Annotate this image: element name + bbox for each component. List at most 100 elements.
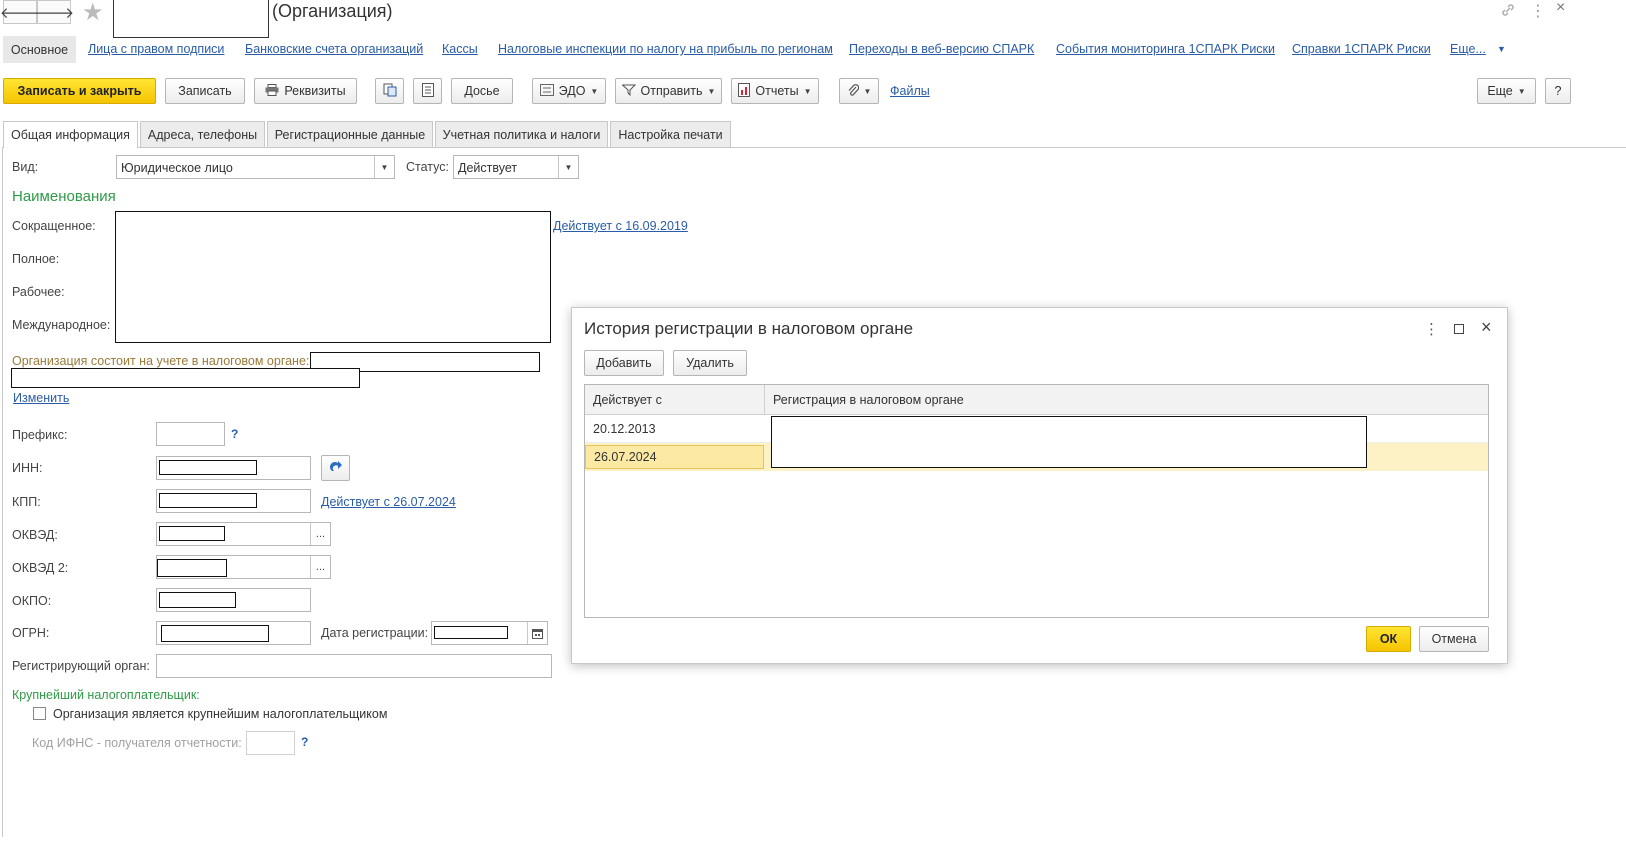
okpo-input[interactable] — [156, 588, 311, 612]
tab-addresses[interactable]: Адреса, телефоны — [140, 121, 265, 147]
kpp-valid-link[interactable]: Действует с 26.07.2024 — [321, 495, 456, 509]
maximize-icon[interactable] — [1454, 324, 1464, 334]
tab-registration[interactable]: Регистрационные данные — [267, 121, 433, 147]
attachments-button[interactable]: ▼ — [839, 78, 879, 104]
kpp-input[interactable] — [156, 489, 311, 513]
chevron-down-icon: ▼ — [707, 86, 716, 96]
more-label: Еще — [1487, 84, 1513, 98]
tab-print-settings[interactable]: Настройка печати — [610, 121, 731, 147]
column-header-valid-from[interactable]: Действует с — [585, 385, 765, 415]
content-left-border — [2, 147, 3, 837]
back-button[interactable]: 🡐 — [0, 0, 40, 24]
edo-icon — [539, 83, 554, 99]
files-link[interactable]: Файлы — [890, 84, 930, 98]
fill-by-inn-button[interactable] — [321, 455, 350, 481]
inn-label: ИНН: — [12, 461, 43, 475]
nav-spark-references[interactable]: Справки 1СПАРК Риски — [1292, 42, 1431, 56]
organization-name-redacted — [113, 0, 269, 38]
save-button[interactable]: Записать — [165, 78, 245, 104]
more-actions-button[interactable]: Еще ▼ — [1477, 78, 1536, 104]
dossier-button[interactable]: Досье — [451, 78, 513, 104]
reg-date-input[interactable] — [431, 621, 548, 645]
okved2-label: ОКВЭД 2: — [12, 561, 69, 575]
nav-cashboxes[interactable]: Кассы — [442, 42, 478, 56]
requisites-button[interactable]: Реквизиты — [254, 78, 357, 104]
okved-redacted — [159, 526, 225, 541]
ifns-code-input[interactable] — [246, 731, 295, 755]
delete-label: Удалить — [686, 356, 734, 370]
nav-osnovnoe[interactable]: Основное — [3, 36, 76, 63]
printer-icon — [265, 83, 279, 99]
prefix-input[interactable] — [156, 422, 225, 446]
save-and-close-label: Записать и закрыть — [17, 84, 142, 98]
dossier-label: Досье — [464, 84, 500, 98]
favorite-star-icon[interactable]: ★ — [82, 0, 104, 27]
nav-more[interactable]: Еще... — [1450, 42, 1486, 56]
save-and-close-button[interactable]: Записать и закрыть — [3, 78, 156, 104]
paperclip-icon — [847, 83, 859, 100]
close-icon[interactable]: × — [1556, 0, 1565, 17]
okved2-choose-button[interactable]: ... — [310, 556, 330, 578]
chevron-down-icon: ▼ — [1517, 86, 1526, 96]
intl-name-label: Международное: — [12, 318, 111, 332]
names-section-title: Наименования — [12, 188, 116, 205]
list-doc-button[interactable] — [413, 78, 442, 104]
work-name-label: Рабочее: — [12, 285, 65, 299]
reports-button[interactable]: Отчеты ▼ — [731, 78, 819, 104]
column-header-registration[interactable]: Регистрация в налоговом органе — [765, 385, 1485, 415]
tab-general[interactable]: Общая информация — [3, 121, 138, 148]
kpp-redacted — [159, 493, 257, 508]
dialog-more-icon[interactable]: ⋮ — [1424, 320, 1439, 338]
ogrn-redacted — [161, 625, 269, 642]
nav-spark-web[interactable]: Переходы в веб-версию СПАРК — [849, 42, 1034, 56]
calendar-icon[interactable] — [527, 622, 547, 644]
ok-button[interactable]: ОК — [1366, 626, 1411, 652]
reg-date-redacted — [434, 626, 508, 639]
delete-button[interactable]: Удалить — [673, 350, 747, 376]
registration-history-table[interactable]: Действует с Регистрация в налоговом орга… — [584, 384, 1489, 618]
okved-input[interactable]: ... — [156, 522, 331, 546]
reg-organ-label: Регистрирующий орган: — [12, 659, 150, 673]
okved2-input[interactable]: ... — [156, 555, 331, 579]
add-button[interactable]: Добавить — [584, 350, 664, 376]
window-title: (Организация) — [272, 1, 393, 21]
ifns-help-icon[interactable]: ? — [301, 735, 308, 749]
largest-taxpayer-checkbox[interactable] — [33, 707, 46, 720]
document-list-icon — [421, 82, 434, 100]
registration-values-redacted — [771, 416, 1367, 468]
names-valid-link[interactable]: Действует с 16.09.2019 — [553, 219, 688, 233]
nav-tax-inspections[interactable]: Налоговые инспекции по налогу на прибыль… — [498, 42, 833, 56]
send-button[interactable]: Отправить ▼ — [615, 78, 722, 104]
nav-signatories[interactable]: Лица с правом подписи — [88, 42, 224, 56]
cancel-button[interactable]: Отмена — [1419, 626, 1489, 652]
change-link[interactable]: Изменить — [13, 391, 69, 405]
dialog-title: История регистрации в налоговом органе — [584, 319, 914, 338]
vid-select[interactable]: Юридическое лицо ▼ — [116, 155, 395, 179]
tax-registration-history-dialog: История регистрации в налоговом органе ⋮… — [571, 307, 1508, 664]
status-select[interactable]: Действует ▼ — [453, 155, 579, 179]
forward-button[interactable]: 🡒 — [34, 0, 74, 24]
inn-input[interactable] — [156, 456, 311, 480]
okved-choose-button[interactable]: ... — [310, 523, 330, 545]
more-vertical-icon[interactable]: ⋮ — [1530, 1, 1546, 21]
dialog-close-icon[interactable]: × — [1481, 317, 1492, 338]
okpo-redacted — [159, 592, 236, 608]
chevron-down-icon[interactable]: ▼ — [558, 156, 578, 178]
structure-button[interactable] — [375, 78, 404, 104]
row-date[interactable]: 26.07.2024 — [585, 445, 764, 469]
largest-taxpayer-checkbox-label[interactable]: Организация является крупнейшим налогопл… — [53, 707, 387, 721]
nav-spark-events[interactable]: События мониторинга 1СПАРК Риски — [1056, 42, 1275, 56]
cancel-label: Отмена — [1431, 632, 1477, 646]
reg-date-label: Дата регистрации: — [321, 626, 429, 640]
okved2-redacted — [157, 559, 227, 577]
tab-accounting-policy[interactable]: Учетная политика и налоги — [435, 121, 608, 147]
nav-bank-accounts[interactable]: Банковские счета организаций — [245, 42, 423, 56]
reg-organ-input[interactable] — [156, 654, 552, 678]
ogrn-input[interactable] — [156, 621, 311, 645]
chevron-down-icon[interactable]: ▼ — [374, 156, 394, 178]
reports-label: Отчеты — [755, 84, 799, 98]
edo-button[interactable]: ЭДО ▼ — [532, 78, 606, 104]
prefix-help-icon[interactable]: ? — [231, 427, 238, 441]
help-button[interactable]: ? — [1545, 78, 1571, 104]
link-icon[interactable] — [1500, 2, 1516, 21]
